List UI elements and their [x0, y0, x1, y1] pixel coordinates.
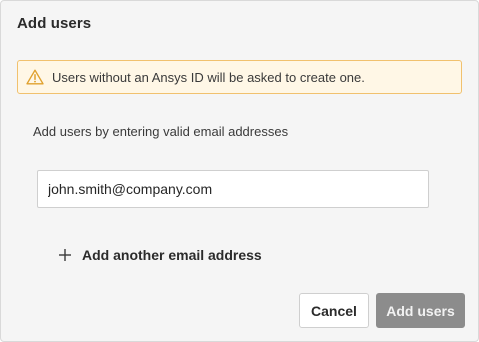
add-another-email-button[interactable]: Add another email address	[57, 243, 262, 267]
plus-icon	[57, 247, 73, 263]
instructions-text: Add users by entering valid email addres…	[33, 124, 289, 139]
add-users-dialog: Add users Users without an Ansys ID will…	[0, 0, 479, 342]
add-users-button[interactable]: Add users	[376, 293, 465, 328]
dialog-title: Add users	[17, 15, 92, 32]
add-another-email-label: Add another email address	[82, 247, 262, 263]
email-field[interactable]	[37, 170, 429, 208]
warning-triangle-icon	[26, 68, 44, 86]
cancel-button[interactable]: Cancel	[299, 293, 369, 328]
warning-text: Users without an Ansys ID will be asked …	[52, 69, 365, 85]
warning-banner: Users without an Ansys ID will be asked …	[17, 60, 462, 94]
